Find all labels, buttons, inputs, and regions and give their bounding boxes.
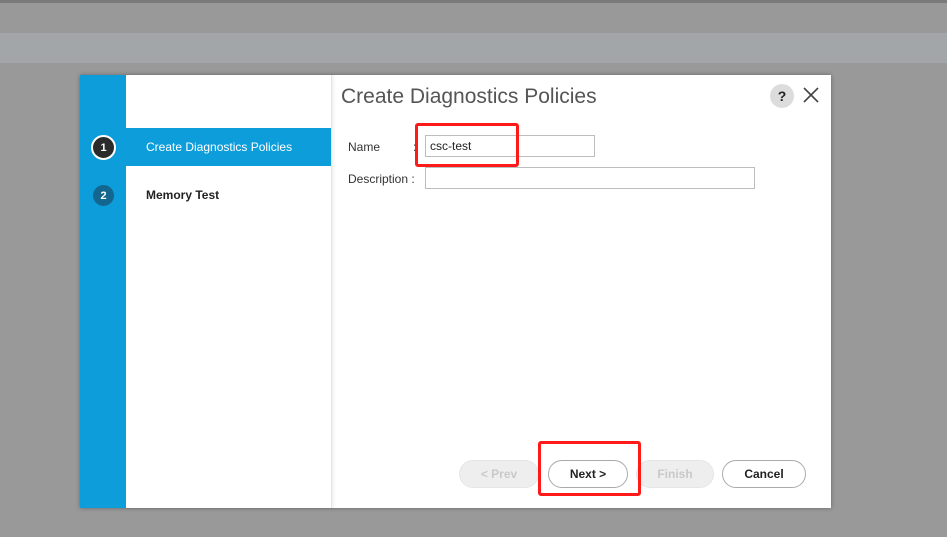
- wizard-step-label: Memory Test: [146, 188, 220, 202]
- help-icon[interactable]: ?: [770, 84, 794, 108]
- wizard-step-memory-test[interactable]: Memory Test: [126, 176, 331, 214]
- name-label: Name: [348, 140, 381, 154]
- description-field[interactable]: [425, 167, 755, 189]
- step-number-badge-2: 2: [91, 183, 116, 208]
- next-button[interactable]: Next >: [548, 460, 628, 488]
- name-colon: :: [413, 140, 417, 154]
- name-field[interactable]: [425, 135, 595, 157]
- wizard-step-label: Create Diagnostics Policies: [146, 140, 293, 154]
- close-icon[interactable]: [801, 85, 821, 105]
- wizard-step-create-diagnostics-policies[interactable]: Create Diagnostics Policies: [126, 128, 331, 166]
- cancel-button[interactable]: Cancel: [722, 460, 806, 488]
- description-label: Description :: [348, 172, 415, 186]
- dialog-title: Create Diagnostics Policies: [341, 85, 597, 108]
- create-diagnostics-policies-dialog: Create Diagnostics Policies Memory Test …: [80, 75, 831, 508]
- finish-button[interactable]: Finish: [636, 460, 714, 488]
- background-toolbar-band: [0, 33, 947, 63]
- prev-button[interactable]: < Prev: [459, 460, 539, 488]
- top-window-edge: [0, 0, 947, 3]
- step-number-badge-1: 1: [91, 135, 116, 160]
- wizard-steps-panel: Create Diagnostics Policies Memory Test: [126, 75, 332, 508]
